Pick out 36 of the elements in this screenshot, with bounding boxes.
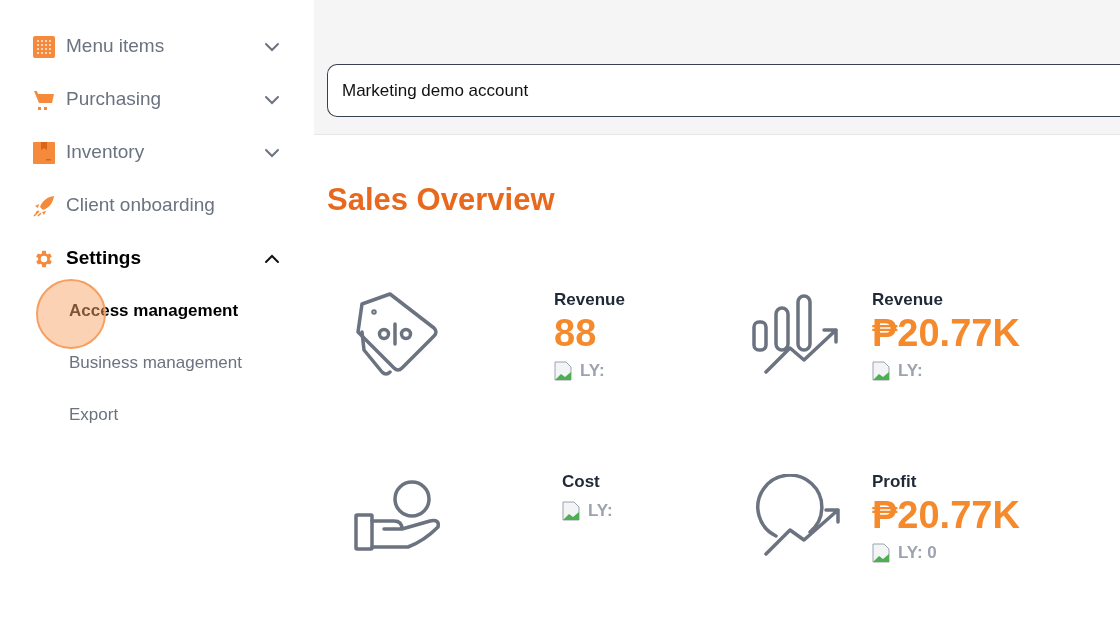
cart-icon — [33, 88, 55, 111]
chevron-down-icon — [264, 94, 280, 105]
last-year-text: LY: — [898, 360, 923, 382]
broken-image-icon — [872, 542, 890, 563]
sidebar-item[interactable]: Purchasing — [33, 73, 280, 126]
sidebar-item[interactable]: Client onboarding — [33, 179, 280, 232]
chevron-down-icon — [264, 41, 280, 52]
last-year-text: LY: — [588, 500, 613, 522]
broken-image-icon — [554, 360, 572, 381]
account-field[interactable]: Marketing demo account — [327, 64, 1120, 117]
stat-label: Cost — [562, 470, 601, 493]
broken-image-icon — [872, 360, 890, 381]
page-title: Sales Overview — [326, 181, 556, 219]
price-tag-icon — [354, 289, 440, 378]
chevron-up-icon — [264, 253, 280, 264]
sidebar-item[interactable]: Settings — [33, 232, 280, 285]
chevron-down-icon — [264, 147, 280, 158]
stat-label: Profit — [872, 470, 918, 493]
bar-chart-trend-icon — [752, 293, 840, 374]
submenu-item[interactable]: Access management — [33, 285, 280, 337]
last-year-text: LY: 0 — [898, 542, 937, 564]
rocket-icon — [33, 194, 55, 217]
broken-image-icon — [562, 500, 580, 521]
stat-value: 88 — [554, 312, 598, 354]
sidebar-item[interactable]: Inventory — [33, 126, 280, 179]
submenu-item[interactable]: Export — [33, 389, 280, 441]
stat-label: Revenue — [554, 288, 626, 311]
last-year-text: LY: — [580, 360, 605, 382]
stat-value: ₱20.77K — [872, 494, 1021, 536]
grid-icon — [33, 35, 55, 58]
box-icon — [33, 141, 55, 164]
hand-coin-icon — [354, 478, 442, 553]
stat-label: Revenue — [872, 288, 944, 311]
stat-value: ₱20.77K — [872, 312, 1021, 354]
sidebar-item[interactable]: Menu items — [33, 20, 280, 73]
submenu-item[interactable]: Business management — [33, 337, 280, 389]
